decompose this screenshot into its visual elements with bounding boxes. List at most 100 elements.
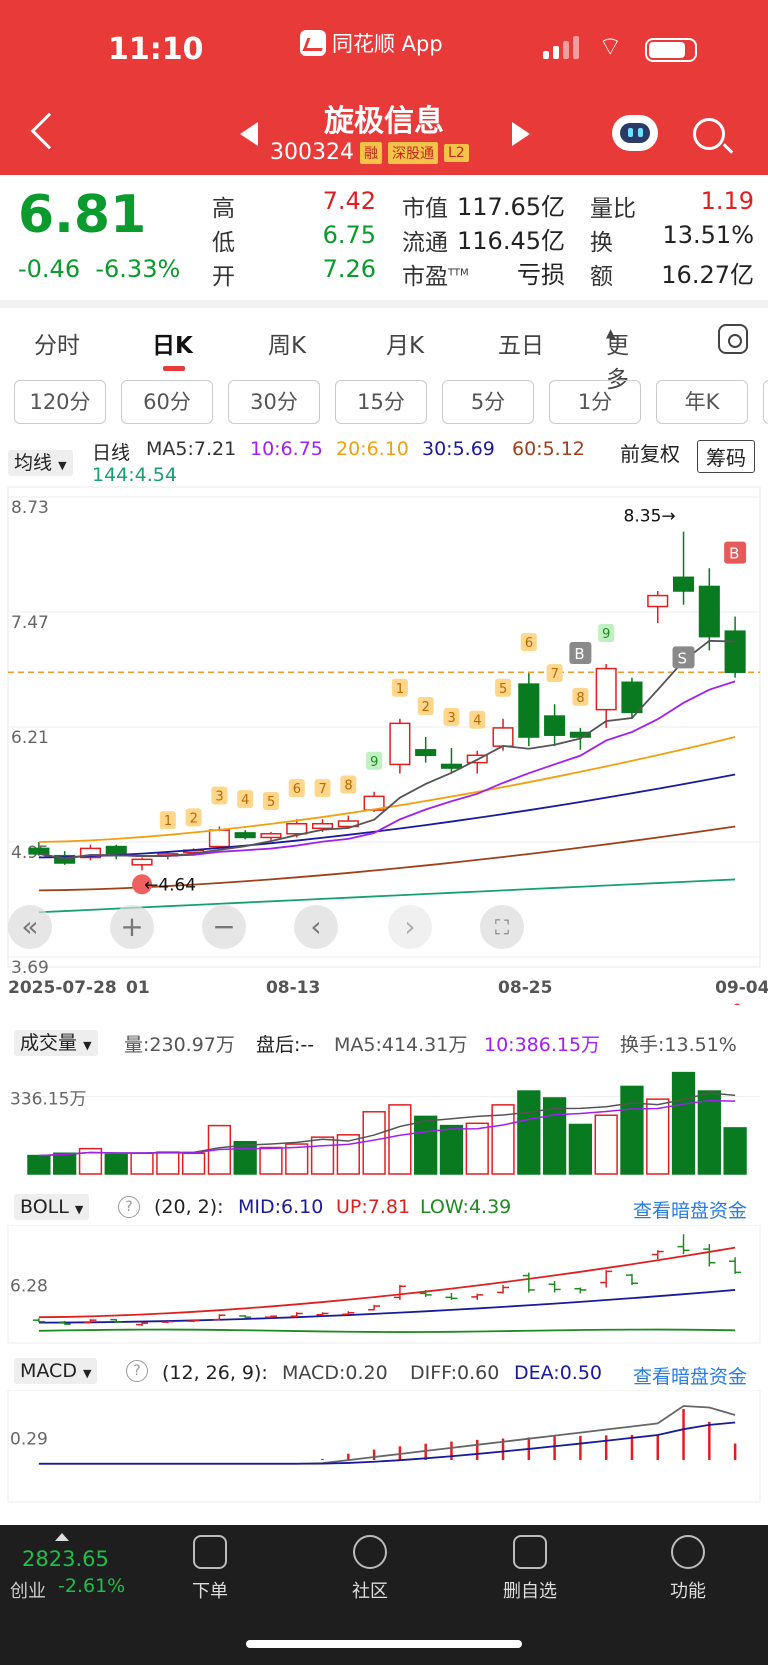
high-price-note: 8.35→: [624, 507, 676, 527]
zoom-in-button[interactable]: +: [110, 905, 154, 949]
pe-value: 亏损: [517, 261, 565, 289]
scroll-left-button[interactable]: ‹: [294, 905, 338, 949]
zoom-out-button[interactable]: −: [202, 905, 246, 949]
wifi-icon: ⌔: [598, 32, 623, 62]
volume-turnover: 换手:13.51%: [620, 1034, 737, 1056]
volume-bar: [130, 1152, 154, 1175]
help-icon[interactable]: ?: [118, 1196, 140, 1218]
period-60m[interactable]: 60分: [121, 380, 213, 424]
td-marker-label: 4: [241, 793, 249, 808]
ma-selector[interactable]: 均线 ▼: [8, 448, 73, 476]
td-marker-label: 8: [344, 779, 352, 794]
volume-bar: [388, 1104, 412, 1175]
ma5-value: MA5:7.21: [146, 438, 237, 460]
boll-low: LOW:4.39: [420, 1196, 512, 1218]
next-stock-button[interactable]: [512, 122, 530, 146]
assistant-robot-icon[interactable]: [612, 115, 658, 151]
boll-selector[interactable]: BOLL ▼: [14, 1194, 90, 1220]
macd-dark-pool-link[interactable]: 查看暗盘资金: [633, 1362, 747, 1389]
tab-five-day[interactable]: 五日: [498, 326, 544, 360]
ma30-value: 30:5.69: [422, 438, 495, 460]
macd-value: MACD:0.20: [282, 1362, 388, 1384]
macd-dea-line: [38, 1421, 736, 1465]
float-value: 116.45亿: [457, 227, 565, 255]
bs-marker-label: B: [729, 545, 739, 563]
period-15m[interactable]: 15分: [335, 380, 427, 424]
tab-monthly-k[interactable]: 月K: [386, 326, 424, 360]
candle-body: [698, 585, 720, 638]
chart-tabs: 分时 日K 周K 月K 五日 更多 ▲: [0, 318, 768, 393]
ma-daily-label: 日线: [92, 442, 131, 464]
candle-body: [647, 594, 669, 608]
status-time: 11:10: [108, 32, 204, 67]
period-year[interactable]: 年K: [656, 380, 748, 424]
td-marker-label: 5: [267, 795, 275, 810]
nav-community[interactable]: 社区: [320, 1535, 420, 1603]
change-pct: -6.33%: [95, 255, 181, 283]
macd-selector[interactable]: MACD ▼: [14, 1358, 98, 1384]
ma30-line: [38, 773, 736, 859]
td-marker-label: 4: [473, 714, 481, 729]
candle-body: [286, 822, 308, 835]
boll-low-line: [38, 1328, 736, 1333]
help-icon[interactable]: ?: [126, 1360, 148, 1382]
td-marker-label: 2: [422, 700, 430, 715]
fullscreen-icon[interactable]: ⛶: [480, 905, 524, 949]
search-icon[interactable]: [693, 118, 725, 150]
nav-remove-label: 删自选: [503, 1581, 557, 1602]
period-5m[interactable]: 5分: [442, 380, 534, 424]
turn-label: 换: [590, 230, 613, 256]
macd-chart: 0.29: [7, 1390, 761, 1503]
volume-value: 量:230.97万: [124, 1034, 235, 1056]
x-tick-label: 01: [126, 978, 150, 998]
ma144-value: 144:4.54: [92, 464, 177, 486]
price-change: -0.46 -6.33%: [18, 255, 180, 283]
td-marker-label: 3: [447, 711, 455, 726]
volume-ma10: 10:386.15万: [484, 1034, 601, 1056]
volume-chart: 336.15万: [8, 1071, 760, 1175]
settings-icon[interactable]: [718, 324, 748, 354]
volume-bar: [697, 1090, 721, 1175]
mcap-value: 117.65亿: [457, 193, 565, 221]
tab-weekly-k[interactable]: 周K: [268, 326, 306, 360]
mcap-label: 市值: [402, 196, 448, 222]
menu-circle-icon: [671, 1535, 705, 1569]
period-1m[interactable]: 1分: [549, 380, 641, 424]
macd-diff: DIFF:0.60: [410, 1362, 500, 1384]
x-tick-label: 08-25: [498, 978, 552, 998]
volume-bar: [414, 1115, 438, 1175]
index-name: 创业: [10, 1581, 46, 1602]
nav-functions[interactable]: 功能: [638, 1535, 738, 1603]
period-overflow[interactable]: [763, 380, 768, 424]
nav-order[interactable]: 下单: [160, 1535, 260, 1603]
tab-daily-k[interactable]: 日K: [152, 326, 193, 360]
fq-toggle[interactable]: 前复权: [620, 438, 680, 467]
chip-button[interactable]: 筹码: [697, 440, 755, 473]
y-tick-label: 6.21: [11, 728, 49, 748]
period-30m[interactable]: 30分: [228, 380, 320, 424]
macd-dea: DEA:0.50: [514, 1362, 603, 1384]
boll-up-line: [38, 1246, 736, 1319]
td-marker-label: 6: [525, 636, 533, 651]
boll-y-label: 6.28: [10, 1276, 48, 1296]
vr-value: 1.19: [700, 187, 754, 215]
nav-remove-watchlist[interactable]: 删自选: [480, 1535, 580, 1603]
boll-dark-pool-link[interactable]: 查看暗盘资金: [633, 1196, 747, 1223]
ma10-value: 10:6.75: [250, 438, 323, 460]
stock-code: 300324: [270, 140, 354, 165]
period-120m[interactable]: 120分: [14, 380, 106, 424]
index-up-icon: [55, 1533, 69, 1541]
volume-bar: [646, 1098, 670, 1175]
caret-down-icon: ▼: [83, 1367, 92, 1380]
change-value: -0.46: [18, 255, 81, 283]
x-tick-label: 08-13: [266, 978, 320, 998]
high-value: 7.42: [322, 187, 376, 215]
rewind-button[interactable]: «: [8, 905, 52, 949]
battery-icon: [645, 38, 697, 62]
volume-selector[interactable]: 成交量 ▼: [14, 1028, 98, 1056]
scroll-right-button[interactable]: ›: [388, 905, 432, 949]
chart-frame: [7, 1225, 761, 1344]
index-value[interactable]: 2823.65: [22, 1547, 109, 1571]
bs-marker-label: B: [574, 645, 584, 663]
tab-fenshi[interactable]: 分时: [34, 326, 80, 360]
